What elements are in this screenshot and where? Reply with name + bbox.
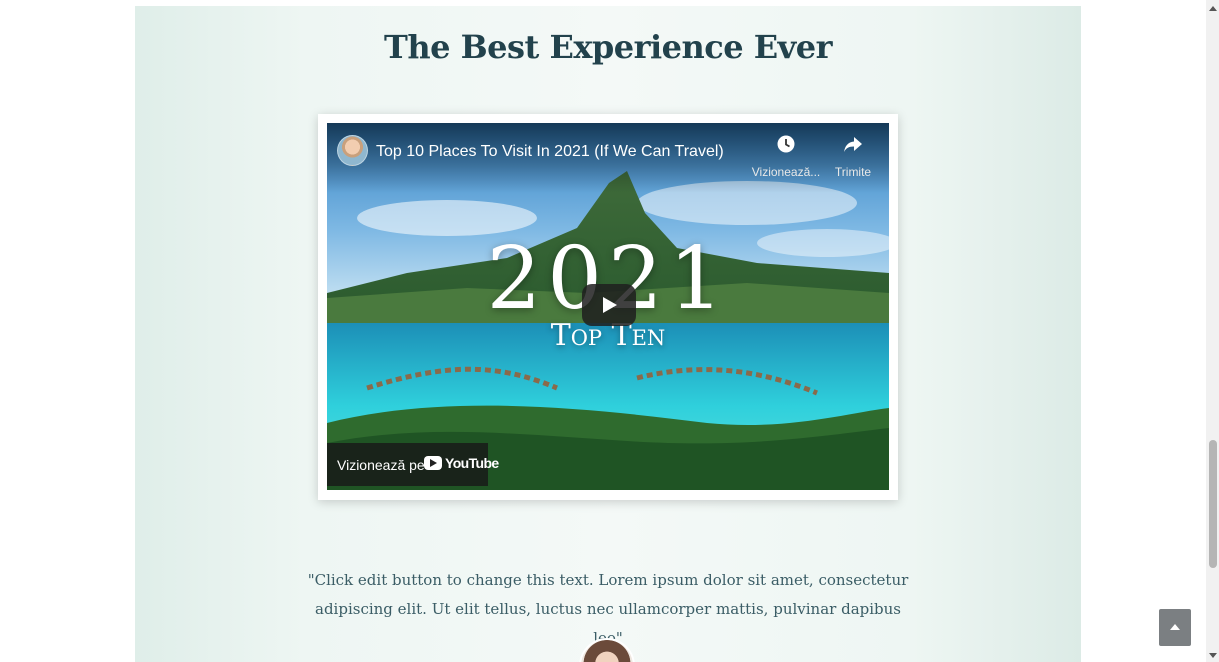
play-button[interactable] bbox=[582, 284, 636, 326]
watch-later-button[interactable]: Vizionează... bbox=[751, 135, 821, 179]
section-title: The Best Experience Ever bbox=[384, 28, 832, 66]
share-button[interactable]: Trimite bbox=[818, 135, 888, 179]
youtube-play-box bbox=[424, 456, 442, 470]
video-embed-frame: Top 10 Places To Visit In 2021 (If We Ca… bbox=[318, 114, 898, 500]
clock-icon bbox=[751, 135, 821, 159]
scroll-up-arrow-icon[interactable] bbox=[1209, 6, 1217, 11]
experience-section: The Best Experience Ever Top 10 Places T… bbox=[135, 6, 1081, 662]
watch-later-label: Vizionează... bbox=[751, 165, 821, 179]
page-scrollbar[interactable] bbox=[1206, 0, 1219, 662]
back-to-top-button[interactable] bbox=[1159, 609, 1191, 646]
scroll-down-arrow-icon[interactable] bbox=[1209, 653, 1217, 658]
share-label: Trimite bbox=[834, 165, 872, 179]
watch-on-label: Vizionează pe bbox=[337, 457, 425, 473]
share-arrow-icon bbox=[818, 135, 888, 159]
video-title[interactable]: Top 10 Places To Visit In 2021 (If We Ca… bbox=[376, 143, 724, 161]
scroll-thumb[interactable] bbox=[1209, 440, 1217, 568]
youtube-video-player[interactable]: Top 10 Places To Visit In 2021 (If We Ca… bbox=[327, 123, 889, 490]
channel-avatar[interactable] bbox=[337, 135, 368, 166]
youtube-wordmark: YouTube bbox=[445, 455, 499, 471]
watch-on-youtube-button[interactable]: Vizionează pe YouTube bbox=[327, 443, 499, 486]
